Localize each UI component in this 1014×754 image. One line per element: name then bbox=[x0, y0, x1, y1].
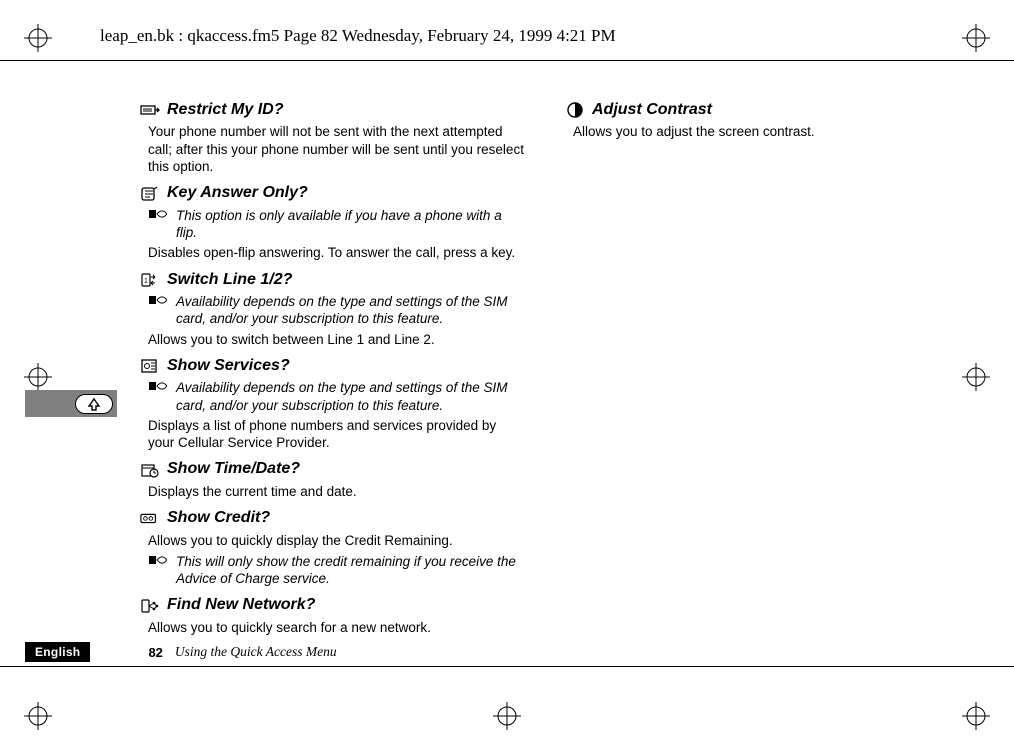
left-column: Restrict My ID? Your phone number will n… bbox=[140, 100, 525, 610]
note-hand-icon bbox=[148, 293, 170, 307]
language-badge: English bbox=[25, 642, 90, 662]
section-title: Show Credit? bbox=[167, 508, 270, 528]
section-body: Your phone number will not be sent with … bbox=[148, 123, 525, 175]
restrict-id-icon bbox=[140, 102, 160, 118]
rule-bottom bbox=[0, 666, 1014, 667]
section-show-time-date: Show Time/Date? Displays the current tim… bbox=[140, 459, 525, 500]
section-adjust-contrast: Adjust Contrast Allows you to adjust the… bbox=[565, 100, 950, 141]
cropmark-icon bbox=[24, 702, 52, 730]
section-body: Disables open-flip answering. To answer … bbox=[148, 244, 525, 261]
section-key-answer-only: Key Answer Only? This option is only ava… bbox=[140, 183, 525, 261]
footer: English 82 Using the Quick Access Menu bbox=[25, 642, 965, 662]
section-title: Key Answer Only? bbox=[167, 183, 308, 203]
section-title: Switch Line 1/2? bbox=[167, 270, 292, 290]
network-icon bbox=[140, 598, 160, 614]
contrast-icon bbox=[565, 102, 585, 118]
content-area: Restrict My ID? Your phone number will n… bbox=[140, 100, 950, 610]
time-date-icon bbox=[140, 462, 160, 478]
svg-text:1: 1 bbox=[144, 278, 148, 285]
section-body: Displays a list of phone numbers and ser… bbox=[148, 417, 525, 452]
footer-title: Using the Quick Access Menu bbox=[175, 644, 337, 660]
switch-line-icon: 1 bbox=[140, 272, 160, 288]
section-title: Find New Network? bbox=[167, 595, 315, 615]
cropmark-icon bbox=[24, 363, 52, 391]
section-title: Restrict My ID? bbox=[167, 100, 283, 120]
right-column: Adjust Contrast Allows you to adjust the… bbox=[565, 100, 950, 610]
section-title: Show Time/Date? bbox=[167, 459, 300, 479]
cropmark-icon bbox=[962, 363, 990, 391]
section-body: Allows you to quickly search for a new n… bbox=[148, 619, 525, 636]
section-title: Adjust Contrast bbox=[592, 100, 712, 120]
section-body: Allows you to switch between Line 1 and … bbox=[148, 331, 525, 348]
section-title: Show Services? bbox=[167, 356, 290, 376]
section-find-new-network: Find New Network? Allows you to quickly … bbox=[140, 595, 525, 636]
section-show-credit: Show Credit? Allows you to quickly displ… bbox=[140, 508, 525, 587]
section-restrict-my-id: Restrict My ID? Your phone number will n… bbox=[140, 100, 525, 175]
key-answer-icon bbox=[140, 186, 160, 202]
note-text: Availability depends on the type and set… bbox=[176, 293, 525, 328]
note-text: Availability depends on the type and set… bbox=[176, 379, 525, 414]
section-switch-line: 1 Switch Line 1/2? Availability depends … bbox=[140, 270, 525, 348]
page: leap_en.bk : qkaccess.fm5 Page 82 Wednes… bbox=[0, 0, 1014, 754]
note-text: This option is only available if you hav… bbox=[176, 207, 525, 242]
page-number: 82 bbox=[148, 645, 162, 660]
note-hand-icon bbox=[148, 207, 170, 221]
note-hand-icon bbox=[148, 379, 170, 393]
cropmark-icon bbox=[24, 24, 52, 52]
cropmark-icon bbox=[962, 702, 990, 730]
credit-icon bbox=[140, 510, 160, 526]
section-body: Displays the current time and date. bbox=[148, 483, 525, 500]
note-text: This will only show the credit remaining… bbox=[176, 553, 525, 588]
arrow-up-icon bbox=[75, 394, 113, 414]
cropmark-icon bbox=[493, 702, 521, 730]
side-tab bbox=[25, 390, 117, 417]
section-body: Allows you to quickly display the Credit… bbox=[148, 532, 525, 549]
document-path: leap_en.bk : qkaccess.fm5 Page 82 Wednes… bbox=[100, 26, 616, 46]
section-show-services: Show Services? Availability depends on t… bbox=[140, 356, 525, 452]
services-icon bbox=[140, 358, 160, 374]
rule-top bbox=[0, 60, 1014, 61]
section-body: Allows you to adjust the screen contrast… bbox=[573, 123, 950, 140]
note-hand-icon bbox=[148, 553, 170, 567]
cropmark-icon bbox=[962, 24, 990, 52]
